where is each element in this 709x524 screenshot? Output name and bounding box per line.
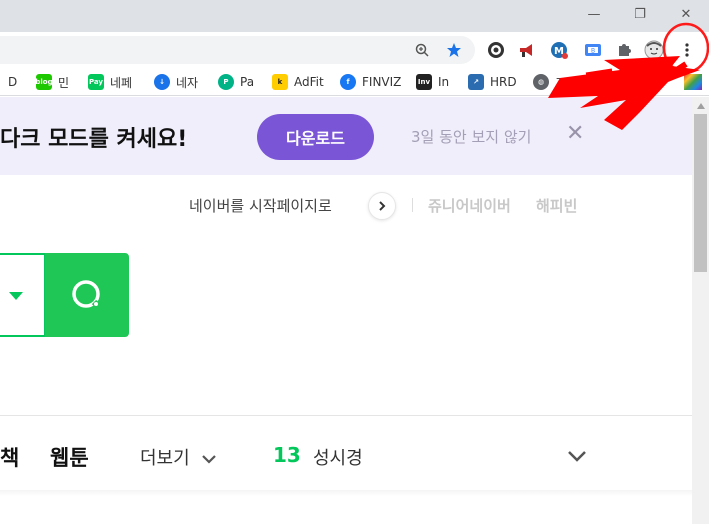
bookmark-item[interactable]: ◍ 교통 (533, 73, 577, 91)
naver-pay-icon: Pay (88, 74, 104, 90)
bookmark-item-label: 네자 (176, 75, 199, 90)
close-icon: ✕ (680, 6, 692, 22)
set-start-page-link[interactable]: 네이버를 시작페이지로 (189, 195, 332, 216)
bookmark-star-icon[interactable] (446, 42, 462, 58)
restore-icon: ❐ (634, 6, 646, 22)
minimize-icon: — (587, 6, 601, 22)
dark-mode-banner: 다크 모드를 켜세요! 다운로드 3일 동안 보지 않기 ✕ (0, 97, 692, 175)
download-circle-icon: ↓ (154, 74, 170, 90)
section-shadow (0, 490, 692, 496)
bookmark-item-label: Pa (240, 75, 255, 89)
trending-keyword[interactable]: 성시경 (313, 444, 363, 470)
divider (412, 198, 413, 212)
scroll-up-arrow-icon[interactable] (692, 97, 709, 114)
trending-rank-number: 13 (273, 443, 301, 467)
bookmark-item-label: In (438, 75, 450, 89)
chevron-right-icon (379, 201, 386, 211)
bookmark-item[interactable]: Inv In (416, 73, 449, 91)
dropdown-triangle-icon[interactable] (8, 291, 24, 301)
bookmark-item-label: AdFit (294, 75, 324, 89)
extension-eye-icon[interactable] (486, 40, 506, 60)
extensions-puzzle-icon[interactable] (614, 40, 634, 60)
profile-avatar-icon[interactable] (644, 40, 664, 60)
bookmark-item[interactable]: blog 민 (35, 73, 70, 91)
extension-megaphone-icon[interactable] (517, 40, 537, 60)
download-button[interactable]: 다운로드 (257, 114, 374, 160)
restore-button[interactable]: ❐ (617, 0, 663, 28)
rainbow-bookmark-icon[interactable] (684, 74, 702, 90)
junior-naver-link[interactable]: 쥬니어네이버 (428, 195, 511, 216)
title-bar: — ❐ ✕ (0, 0, 709, 32)
bookmark-item[interactable]: D (8, 73, 17, 91)
bookmark-item-label: 민 (58, 75, 70, 90)
banner-title: 다크 모드를 켜세요! (0, 127, 188, 152)
bookmark-item-label: 네페 (110, 75, 133, 90)
hide-3-days-link[interactable]: 3일 동안 보지 않기 (411, 126, 531, 147)
bookmarks-bar: D blog 민 Pay 네페 ↓ 네자 P Pa k AdFit f FINV… (0, 68, 709, 96)
zoom-icon[interactable] (414, 42, 430, 58)
bookmark-item[interactable]: k AdFit (272, 73, 324, 91)
more-label: 더보기 (140, 448, 190, 469)
address-bar[interactable] (0, 36, 475, 64)
chevron-right-button[interactable] (368, 192, 396, 220)
extension-m-icon[interactable]: M (549, 40, 569, 60)
bookmark-item[interactable]: f FINVIZ (340, 73, 401, 91)
bookmark-item[interactable]: ↓ 네자 (154, 73, 198, 91)
bookmark-item[interactable]: ↗ HRD (468, 73, 517, 91)
banner-close-icon[interactable]: ✕ (566, 121, 584, 146)
bookmark-item-label: 교통 (555, 75, 578, 90)
papago-icon: P (218, 74, 234, 90)
bookmark-item[interactable]: Pay 네페 (88, 73, 132, 91)
bookmark-item[interactable]: P Pa (218, 73, 254, 91)
divider (0, 415, 692, 416)
chevron-down-icon (202, 455, 217, 464)
search-button[interactable] (45, 253, 129, 337)
svg-text:B: B (591, 48, 595, 55)
nav-item-book[interactable]: 책 (0, 442, 19, 472)
scrollbar-thumb[interactable] (694, 114, 707, 272)
bookmark-item-label: D (8, 75, 18, 89)
nav-item-webtoon[interactable]: 웹툰 (50, 442, 89, 472)
search-input[interactable] (0, 253, 46, 337)
finviz-icon: f (340, 74, 356, 90)
chevron-down-icon[interactable] (566, 449, 588, 463)
bookmark-item-label: FINVIZ (362, 75, 402, 89)
browser-menu-kebab-icon[interactable] (677, 40, 697, 60)
inv-icon: Inv (416, 74, 432, 90)
kakao-k-icon: k (272, 74, 288, 90)
globe-icon: ◍ (533, 74, 549, 90)
extension-translate-icon[interactable]: B (583, 40, 603, 60)
blog-icon: blog (35, 74, 53, 90)
search-icon (72, 280, 102, 310)
minimize-button[interactable]: — (571, 0, 617, 28)
happybean-link[interactable]: 해피빈 (536, 195, 577, 216)
close-window-button[interactable]: ✕ (663, 0, 709, 28)
browser-window: — ❐ ✕ M B D blog 민 Pay 네페 ↓ 네자 P Pa k Ad… (0, 0, 709, 524)
more-menu-button[interactable]: 더보기 (140, 444, 217, 470)
bookmark-item-label: HRD (490, 75, 517, 89)
hrd-icon: ↗ (468, 74, 484, 90)
